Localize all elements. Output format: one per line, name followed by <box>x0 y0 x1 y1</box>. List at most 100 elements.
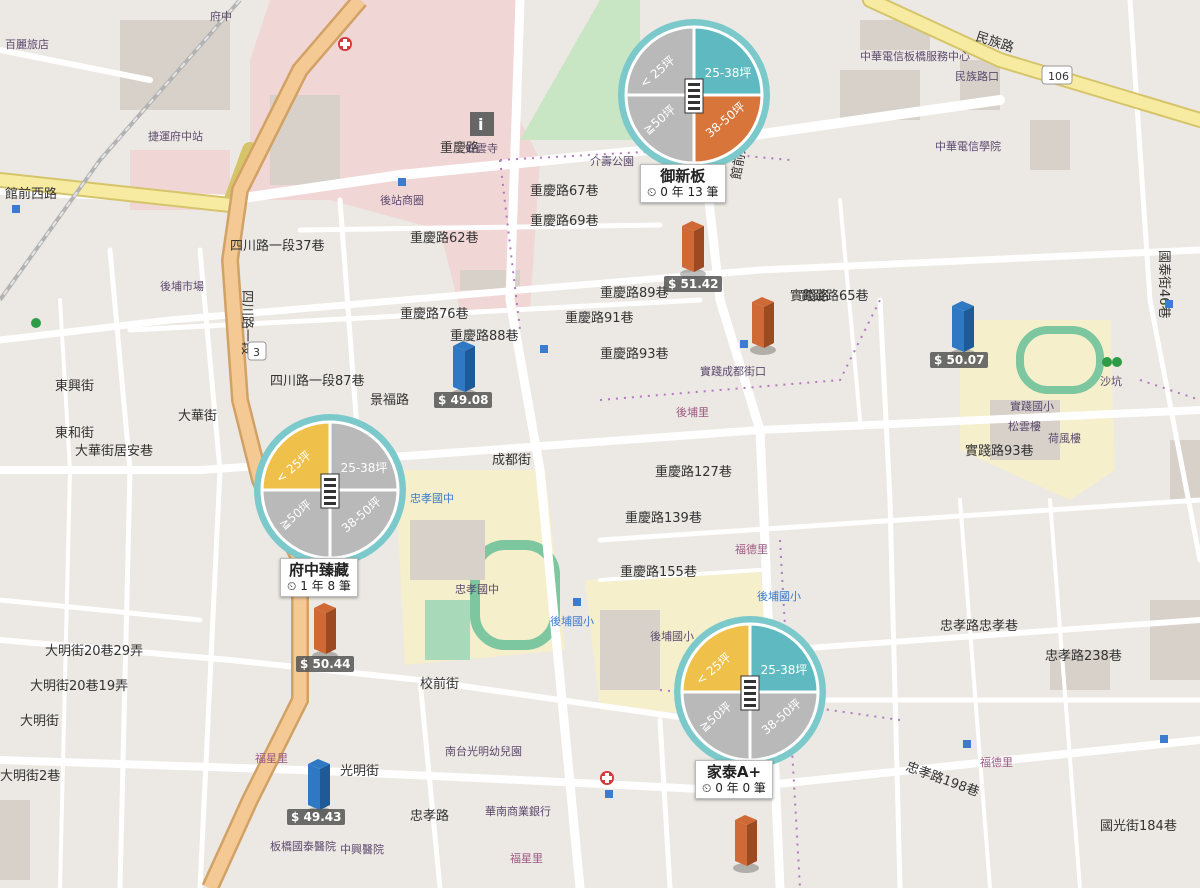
building-icon <box>733 815 759 873</box>
property-name: 御新板 <box>660 167 706 185</box>
building-icon <box>750 297 776 355</box>
place-chunghwa: 中華電信板橋服務中心 <box>860 49 970 63</box>
district-fude: 福德里 <box>735 542 768 556</box>
street-dongxing: 東興街 <box>55 378 94 394</box>
svg-text:106: 106 <box>1048 70 1069 83</box>
place-chunghwa2: 中華電信學院 <box>935 139 1001 153</box>
cluster-pie: < 25坪 25-38坪38-50坪≧50坪 <box>674 616 826 768</box>
property-info-jiatai[interactable]: 家泰A+ ⏲ 0 年 0 筆 <box>695 760 773 799</box>
info-kiosk-icon: i <box>470 112 494 136</box>
pie-slice-label: 25-38坪 <box>761 663 808 677</box>
street-chongqing69: 重慶路69巷 <box>530 213 599 229</box>
building-marker-orange[interactable] <box>731 812 761 878</box>
property-meta: ⏲ 0 年 0 筆 <box>702 781 766 795</box>
street-sichuan37: 四川路一段37巷 <box>230 238 325 254</box>
hospital-icon-2 <box>600 771 614 785</box>
base-map[interactable]: 民族路 重慶路 重慶路67巷 重慶路69巷 重慶路62巷 重慶路76巷 重慶路8… <box>0 0 1200 888</box>
price-label[interactable]: $ 50.44 <box>296 656 355 672</box>
street-zhongxiao238: 忠孝路238巷 <box>1045 648 1122 664</box>
bus-stop-houpu: 後埔國小 <box>550 614 594 628</box>
pie-slice <box>692 25 764 97</box>
pie-slice-label: 25-38坪 <box>341 461 388 475</box>
property-meta: ⏲ 0 年 13 筆 <box>647 185 719 199</box>
district-fuxing: 福星里 <box>510 851 543 865</box>
street-zhongxiao: 忠孝路 <box>410 808 449 824</box>
price-label[interactable]: $ 50.07 <box>930 352 989 368</box>
street-donghe: 東和街 <box>55 425 94 441</box>
street-chongqing67: 重慶路67巷 <box>530 183 599 199</box>
building-marker-orange[interactable] <box>748 294 778 360</box>
place-zhongxing: 中興醫院 <box>340 842 384 856</box>
place-shijianchengdu: 實踐成都街口 <box>700 364 766 378</box>
field <box>425 600 470 660</box>
pie-slice <box>680 690 752 762</box>
place-youth: 沙坑 <box>1100 374 1122 388</box>
svg-text:i: i <box>478 115 483 134</box>
bus-stop-zhongxiao: 忠孝國中 <box>410 492 454 505</box>
clock-icon: ⏲ <box>647 185 657 199</box>
place-shijian-es: 實踐國小 <box>1010 399 1054 413</box>
building-icon <box>740 675 760 711</box>
street-shijian93: 實踐路93巷 <box>965 443 1034 459</box>
pie-slice-label: 25-38坪 <box>705 66 752 80</box>
property-cluster-fuzhongzhenzang[interactable]: < 25坪 25-38坪 38-50坪 ≧50坪 <box>250 410 410 570</box>
building-icon <box>451 341 477 399</box>
street-daming: 大明街 <box>20 714 59 729</box>
street-guanqian: 館前西路 <box>5 186 57 202</box>
street-zhongxiao-xiao: 忠孝路忠孝巷 <box>940 618 1018 634</box>
street-daming2: 大明街2巷 <box>0 769 60 784</box>
street-chongqing139: 重慶路139巷 <box>625 510 702 526</box>
street-daming20: 大明街20巷29弄 <box>45 644 143 659</box>
pie-slice <box>260 488 332 560</box>
route-shield-3: 3 <box>247 341 267 361</box>
route-shield-106: 106 <box>1041 65 1073 85</box>
clock-icon: ⏲ <box>702 781 712 795</box>
street-chongqing93: 重慶路93巷 <box>600 346 669 362</box>
hospital-icon <box>338 37 352 51</box>
property-cluster-jiatai[interactable]: < 25坪 25-38坪 38-50坪 ≧50坪 <box>670 612 830 772</box>
place-banqiao-hosp: 板橋國泰醫院 <box>270 839 336 853</box>
street-xiaoqiao: 校前街 <box>420 676 459 692</box>
cluster-pie: < 25坪 25-38坪38-50坪≧50坪 <box>618 19 770 171</box>
bus-stop-houpu2: 後埔國小 <box>757 589 801 603</box>
pie-slice <box>328 420 400 492</box>
pie-slice <box>624 93 696 165</box>
price-label[interactable]: $ 51.42 <box>664 276 723 292</box>
property-cluster-yuxinban[interactable]: < 25坪 25-38坪 38-50坪 ≧50坪 <box>614 15 774 175</box>
property-name: 家泰A+ <box>706 763 762 781</box>
street-guangming: 光明街 <box>340 764 379 779</box>
property-info-fuzhongzhenzang[interactable]: 府中臻藏 ⏲ 1 年 8 筆 <box>280 558 358 597</box>
building-marker-orange[interactable] <box>678 218 708 284</box>
building-icon <box>680 221 706 279</box>
street-sichuan87: 四川路一段87巷 <box>270 373 365 389</box>
place-kid: 南台光明幼兒園 <box>445 744 522 758</box>
price-label[interactable]: $ 49.08 <box>434 392 493 408</box>
place-songyun: 松雲樓 <box>1008 419 1041 433</box>
place-hefeng: 荷風樓 <box>1048 431 1081 445</box>
street-chongqing62: 重慶路62巷 <box>410 230 479 246</box>
district-fuxing2: 福星里 <box>255 751 288 765</box>
place-fuzhong: 府中 <box>210 9 232 23</box>
street-chengdu: 成都街 <box>492 453 531 468</box>
cluster-pie: < 25坪 25-38坪38-50坪≧50坪 <box>254 414 406 566</box>
pie-slice <box>748 622 820 694</box>
place-hotel: 百麗旅店 <box>5 37 49 51</box>
place-jiesheng: 捷運府中站 <box>148 129 203 143</box>
place-minzumarket: 民族路口 <box>955 69 999 83</box>
street-guoguang: 國光街184巷 <box>1100 819 1177 834</box>
street-chongqing155: 重慶路155巷 <box>620 564 697 580</box>
street-chongqing76: 重慶路76巷 <box>400 306 469 322</box>
map-view[interactable]: 民族路 重慶路 重慶路67巷 重慶路69巷 重慶路62巷 重慶路76巷 重慶路8… <box>0 0 1200 888</box>
property-info-yuxinban[interactable]: 御新板 ⏲ 0 年 13 筆 <box>640 164 726 203</box>
building-icon <box>320 473 340 509</box>
district-fude2: 福德里 <box>980 755 1013 769</box>
price-label[interactable]: $ 49.43 <box>287 809 346 825</box>
building-icon <box>950 301 976 359</box>
building-icon <box>312 603 338 661</box>
street-chongqing127: 重慶路127巷 <box>655 464 732 480</box>
property-name: 府中臻藏 <box>288 561 349 579</box>
street-dahua: 大華街 <box>178 409 217 424</box>
street-guotai: 國泰街46巷 <box>1156 250 1171 319</box>
place-houpu-market: 後埔市場 <box>160 279 204 293</box>
place-zhongxiao-jh: 忠孝國中 <box>455 583 499 596</box>
